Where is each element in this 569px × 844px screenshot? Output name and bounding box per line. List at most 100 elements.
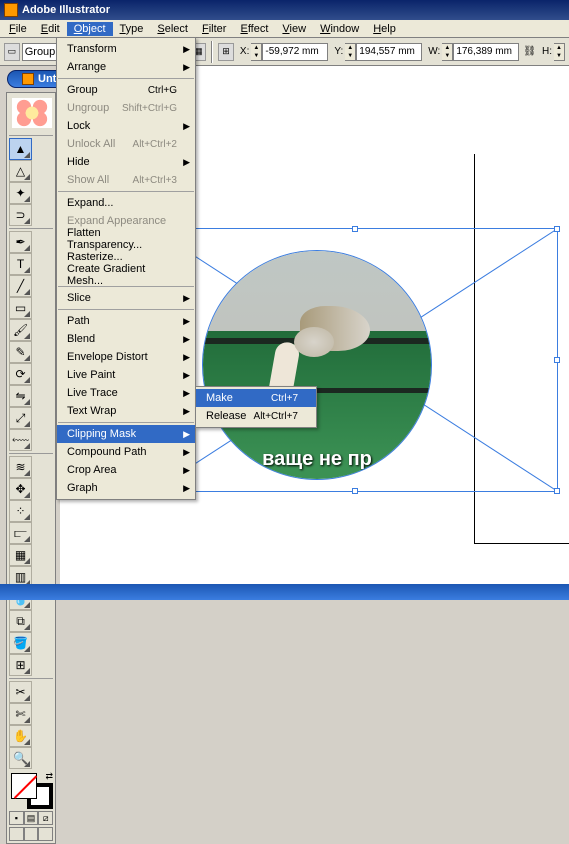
menu-bar[interactable]: FileEditObjectTypeSelectFilterEffectView…	[0, 20, 569, 38]
tool-rectangle[interactable]: ▭	[9, 297, 32, 319]
color-mode-solid[interactable]: ▪	[9, 811, 24, 825]
image-content	[203, 251, 431, 479]
menu-object[interactable]: Object	[67, 22, 113, 36]
menu-item-expand[interactable]: Expand...	[57, 194, 195, 212]
tool-type[interactable]: T	[9, 253, 32, 275]
tool-selection[interactable]: ▲	[9, 138, 32, 160]
screen-mode-full[interactable]	[38, 827, 53, 841]
tool-zoom[interactable]: 🔍	[9, 747, 32, 769]
tool-shear[interactable]: ⬳	[9, 429, 32, 451]
group-label: Group	[25, 46, 56, 58]
tool-magic-wand[interactable]: ✦	[9, 182, 32, 204]
menu-item-envelope-distort[interactable]: Envelope Distort▶	[57, 348, 195, 366]
tool-direct-selection[interactable]: △	[9, 160, 32, 182]
menu-item-show-all: Show AllAlt+Ctrl+3	[57, 171, 195, 189]
screen-mode-normal[interactable]	[9, 827, 24, 841]
menu-select[interactable]: Select	[150, 22, 195, 36]
tool-graph[interactable]: ⫍	[9, 522, 32, 544]
menu-item-slice[interactable]: Slice▶	[57, 289, 195, 307]
tool-pencil[interactable]: ✎	[9, 341, 32, 363]
menu-item-live-paint[interactable]: Live Paint▶	[57, 366, 195, 384]
toolbox[interactable]: ▲△✦⊃✒T╱▭🖌✎⟳⇋⤢⬳≋✥⁘⫍▦▥💧⧉🪣⊞✂✄✋🔍 ⇄ ▪ ▤ ⧄	[6, 92, 56, 844]
menu-item-clipping-mask[interactable]: Clipping Mask▶	[57, 425, 195, 443]
menu-item-transform[interactable]: Transform▶	[57, 40, 195, 58]
tool-reflect[interactable]: ⇋	[9, 385, 32, 407]
clipping-mask-submenu[interactable]: MakeCtrl+7ReleaseAlt+Ctrl+7	[195, 386, 317, 428]
x-field[interactable]: -59,972 mm	[262, 43, 328, 61]
tool-lasso[interactable]: ⊃	[9, 204, 32, 226]
image-circle[interactable]: ваще не пр	[202, 250, 432, 480]
constrain-icon[interactable]: ⛓	[523, 46, 536, 57]
menu-filter[interactable]: Filter	[195, 22, 233, 36]
tool-hand[interactable]: ✋	[9, 725, 32, 747]
color-mode-gradient[interactable]: ▤	[24, 811, 39, 825]
menu-item-text-wrap[interactable]: Text Wrap▶	[57, 402, 195, 420]
screen-mode-full-menu[interactable]	[24, 827, 39, 841]
menu-item-path[interactable]: Path▶	[57, 312, 195, 330]
y-field[interactable]: 194,557 mm	[356, 43, 422, 61]
menu-item-create-gradient-mesh[interactable]: Create Gradient Mesh...	[57, 266, 195, 284]
menu-item-flatten-transparency[interactable]: Flatten Transparency...	[57, 230, 195, 248]
tool-free-transform[interactable]: ✥	[9, 478, 32, 500]
tool-warp[interactable]: ≋	[9, 456, 32, 478]
tool-rotate[interactable]: ⟳	[9, 363, 32, 385]
w-spinner[interactable]: ▲▼	[442, 43, 453, 61]
color-mode-none[interactable]: ⧄	[38, 811, 53, 825]
bbox-handle[interactable]	[352, 488, 358, 494]
app-title: Adobe Illustrator	[22, 4, 110, 16]
menu-item-blend[interactable]: Blend▶	[57, 330, 195, 348]
menu-item-crop-area[interactable]: Crop Area▶	[57, 461, 195, 479]
tool-blend[interactable]: ⧉	[9, 610, 32, 632]
menu-item-ungroup: UngroupShift+Ctrl+G	[57, 99, 195, 117]
menu-item-unlock-all: Unlock AllAlt+Ctrl+2	[57, 135, 195, 153]
x-label: X:	[240, 46, 251, 57]
bbox-handle[interactable]	[554, 357, 560, 363]
tool-scissors[interactable]: ✄	[9, 703, 32, 725]
menu-window[interactable]: Window	[313, 22, 366, 36]
h-spinner[interactable]: ▲▼	[554, 43, 565, 61]
w-field[interactable]: 176,389 mm	[453, 43, 519, 61]
menu-item-graph[interactable]: Graph▶	[57, 479, 195, 497]
submenu-item-release[interactable]: ReleaseAlt+Ctrl+7	[196, 407, 316, 425]
menu-edit[interactable]: Edit	[34, 22, 67, 36]
y-spinner[interactable]: ▲▼	[345, 43, 356, 61]
h-label: H:	[542, 46, 554, 57]
bbox-handle[interactable]	[352, 226, 358, 232]
image-caption: ваще не пр	[203, 448, 431, 471]
tool-paintbrush[interactable]: 🖌	[9, 319, 32, 341]
menu-item-group[interactable]: GroupCtrl+G	[57, 81, 195, 99]
swap-fill-stroke-icon[interactable]: ⇄	[45, 771, 53, 782]
menu-file[interactable]: File	[2, 22, 34, 36]
status-bar	[0, 584, 569, 600]
color-mode-row: ▪ ▤ ⧄	[9, 811, 53, 825]
tool-line[interactable]: ╱	[9, 275, 32, 297]
tool-live-paint-select[interactable]: ⊞	[9, 654, 32, 676]
title-bar: Adobe Illustrator	[0, 0, 569, 20]
object-menu[interactable]: Transform▶Arrange▶ GroupCtrl+GUngroupShif…	[56, 37, 196, 500]
menu-type[interactable]: Type	[113, 22, 151, 36]
menu-item-live-trace[interactable]: Live Trace▶	[57, 384, 195, 402]
align-icon[interactable]: ⊞	[218, 43, 234, 61]
document-icon	[22, 73, 34, 85]
tool-scale[interactable]: ⤢	[9, 407, 32, 429]
submenu-item-make[interactable]: MakeCtrl+7	[196, 389, 316, 407]
menu-item-compound-path[interactable]: Compound Path▶	[57, 443, 195, 461]
tool-slice[interactable]: ✂	[9, 681, 32, 703]
tool-pen[interactable]: ✒	[9, 231, 32, 253]
fill-stroke-control[interactable]: ⇄	[9, 771, 55, 811]
bbox-handle[interactable]	[554, 226, 560, 232]
menu-item-arrange[interactable]: Arrange▶	[57, 58, 195, 76]
tool-live-paint[interactable]: 🪣	[9, 632, 32, 654]
x-spinner[interactable]: ▲▼	[251, 43, 262, 61]
menu-view[interactable]: View	[275, 22, 313, 36]
tool-symbol-sprayer[interactable]: ⁘	[9, 500, 32, 522]
screen-mode-row	[9, 827, 53, 841]
bbox-handle[interactable]	[554, 488, 560, 494]
menu-item-lock[interactable]: Lock▶	[57, 117, 195, 135]
tool-mesh[interactable]: ▦	[9, 544, 32, 566]
fill-swatch[interactable]	[11, 773, 37, 799]
menu-effect[interactable]: Effect	[233, 22, 275, 36]
menu-item-hide[interactable]: Hide▶	[57, 153, 195, 171]
menu-help[interactable]: Help	[366, 22, 403, 36]
w-label: W:	[428, 46, 442, 57]
